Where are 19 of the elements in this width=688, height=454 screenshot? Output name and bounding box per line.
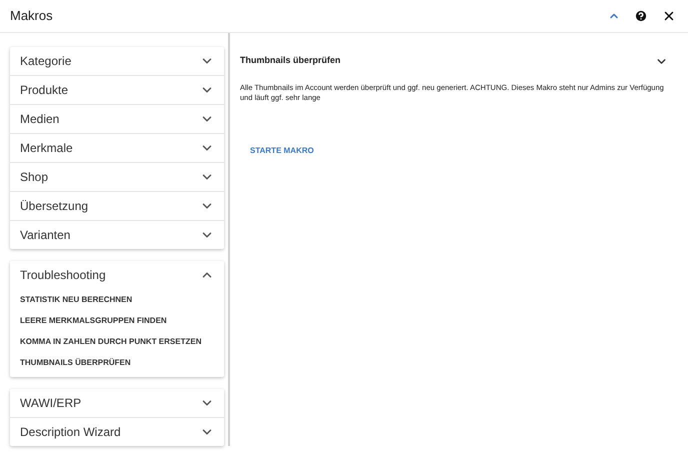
accordion-header[interactable]: Merkmale <box>10 134 224 162</box>
close-icon[interactable] <box>662 9 676 23</box>
accordion-header[interactable]: Übersetzung <box>10 192 224 220</box>
accordion-header[interactable]: Medien <box>10 105 224 133</box>
accordion-header[interactable]: Varianten <box>10 221 224 249</box>
accordion-header[interactable]: Shop <box>10 163 224 191</box>
help-icon[interactable] <box>634 9 648 23</box>
macro-link[interactable]: KOMMA IN ZAHLEN DURCH PUNKT ERSETZEN <box>10 331 224 352</box>
macro-link[interactable]: STATISTIK NEU BERECHNEN <box>10 289 224 310</box>
macro-title: Thumbnails überprüfen <box>240 54 341 68</box>
accordion-header[interactable]: Produkte <box>10 76 224 104</box>
macro-link[interactable]: LEERE MERKMALSGRUPPEN FINDEN <box>10 310 224 331</box>
accordion-header[interactable]: Troubleshooting <box>10 261 224 289</box>
accordion-header[interactable]: Kategorie <box>10 47 224 75</box>
macro-link[interactable]: THUMBNAILS ÜBERPRÜFEN <box>10 352 224 373</box>
window-title: Makros <box>10 7 53 26</box>
accordion-header[interactable]: WAWI/ERP <box>10 389 224 417</box>
start-macro-button[interactable]: STARTE MAKRO <box>240 141 324 161</box>
accordion-header[interactable]: Description Wizard <box>10 418 224 446</box>
